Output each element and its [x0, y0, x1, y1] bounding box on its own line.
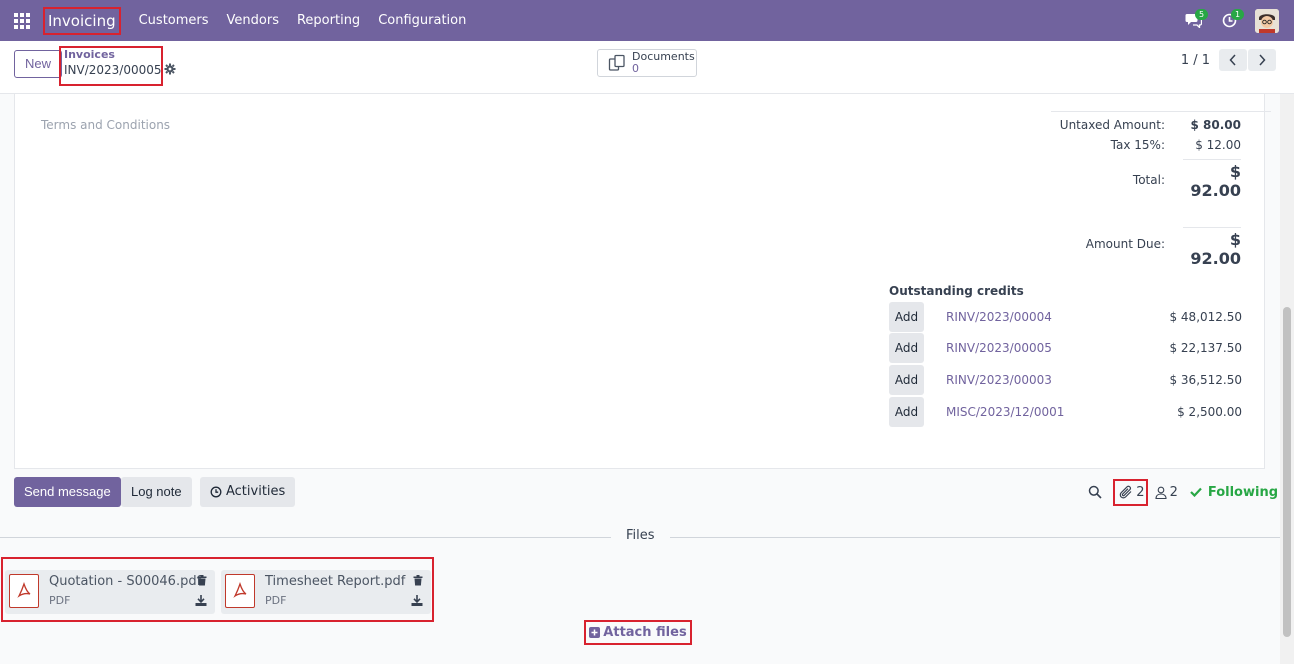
user-avatar[interactable]: [1255, 8, 1279, 33]
chevron-right-icon: [1259, 54, 1266, 66]
trash-icon[interactable]: [197, 575, 207, 586]
attachments-count: 2: [1136, 484, 1145, 500]
untaxed-value: $ 80.00: [1190, 118, 1241, 132]
add-credit-button[interactable]: Add: [889, 365, 924, 395]
total-label: Total:: [1132, 172, 1165, 187]
credit-row: Add RINV/2023/00004 $ 48,012.50: [889, 302, 1242, 332]
add-credit-button[interactable]: Add: [889, 302, 924, 332]
attachment-type: PDF: [265, 594, 287, 607]
credit-reference[interactable]: RINV/2023/00005: [946, 341, 1146, 355]
outstanding-credits-title: Outstanding credits: [889, 284, 1024, 298]
activities-button-chatter[interactable]: Activities: [200, 477, 296, 507]
page-scrollbar[interactable]: [1280, 94, 1294, 664]
pager: 1 / 1: [1181, 49, 1276, 71]
app-name[interactable]: Invoicing: [43, 6, 121, 35]
attachment-type: PDF: [49, 594, 71, 607]
attach-files-label: Attach files: [603, 625, 687, 640]
send-message-button[interactable]: Send message: [14, 477, 121, 507]
activities-label: Activities: [226, 484, 286, 499]
amount-due-label: Amount Due:: [1085, 236, 1165, 251]
control-panel: New Invoices INV/2023/00005 Documents 0 …: [0, 41, 1294, 94]
terms-and-conditions-field[interactable]: Terms and Conditions: [41, 118, 170, 132]
app-menu-icon[interactable]: [0, 0, 44, 41]
add-credit-button[interactable]: Add: [889, 397, 924, 427]
nav-configuration[interactable]: Configuration: [378, 13, 466, 28]
breadcrumb-invoices-link[interactable]: Invoices: [64, 49, 158, 61]
attachment-name: Quotation - S00046.pdf: [49, 574, 202, 589]
pdf-icon: [9, 574, 39, 608]
credit-amount: $ 48,012.50: [1169, 310, 1242, 324]
credit-amount: $ 2,500.00: [1177, 405, 1242, 419]
documents-count: 0: [632, 62, 639, 75]
nav-reporting[interactable]: Reporting: [297, 13, 360, 28]
attach-files-button[interactable]: Attach files: [584, 620, 692, 645]
attachment-card[interactable]: Timesheet Report.pdf PDF: [221, 570, 431, 614]
activities-badge: 1: [1231, 9, 1245, 20]
add-credit-button[interactable]: Add: [889, 333, 924, 363]
tax-label: Tax 15%:: [1110, 138, 1165, 152]
log-note-button[interactable]: Log note: [121, 477, 192, 507]
invoice-form-sheet: Terms and Conditions Untaxed Amount: $ 8…: [14, 94, 1271, 469]
chatter-topbar-right: 2 2 Following: [1080, 477, 1278, 507]
attachment-name: Timesheet Report.pdf: [265, 574, 406, 589]
breadcrumb: Invoices INV/2023/00005: [59, 46, 163, 86]
credit-row: Add MISC/2023/12/0001 $ 2,500.00: [889, 397, 1242, 427]
pager-value[interactable]: 1 / 1: [1181, 53, 1210, 68]
pager-previous-button[interactable]: [1219, 49, 1247, 71]
credit-amount: $ 36,512.50: [1169, 373, 1242, 387]
untaxed-row: Untaxed Amount: $ 80.00: [1033, 118, 1241, 132]
nav-customers[interactable]: Customers: [139, 13, 209, 28]
messages-badge: 5: [1195, 9, 1209, 20]
attachment-card[interactable]: Quotation - S00046.pdf PDF: [5, 570, 215, 614]
nav-vendors[interactable]: Vendors: [227, 13, 279, 28]
activities-button[interactable]: 1: [1211, 0, 1247, 41]
scrollbar-thumb[interactable]: [1283, 307, 1291, 637]
total-value: $ 92.00: [1183, 159, 1241, 200]
search-icon: [1089, 485, 1102, 499]
check-icon: [1190, 487, 1202, 497]
followers-button[interactable]: 2: [1155, 485, 1178, 500]
followers-count: 2: [1169, 484, 1178, 500]
documents-smart-button[interactable]: Documents 0: [597, 49, 697, 77]
credit-reference[interactable]: RINV/2023/00004: [946, 310, 1146, 324]
amount-due-value: $ 92.00: [1183, 227, 1241, 268]
credit-row: Add RINV/2023/00003 $ 36,512.50: [889, 365, 1242, 395]
files-title: Files: [611, 528, 670, 543]
new-button[interactable]: New: [14, 50, 63, 78]
credit-amount: $ 22,137.50: [1169, 341, 1242, 355]
record-name: INV/2023/00005: [64, 63, 162, 77]
attachments-button[interactable]: 2: [1113, 478, 1148, 506]
pager-next-button[interactable]: [1248, 49, 1276, 71]
documents-label: Documents: [632, 50, 695, 63]
pdf-icon: [225, 574, 255, 608]
clock-icon: [210, 486, 222, 498]
following-label: Following: [1207, 484, 1278, 500]
tax-row: Tax 15%: $ 12.00: [1033, 138, 1241, 152]
gear-icon[interactable]: [164, 63, 176, 75]
documents-icon: [608, 54, 625, 71]
paperclip-icon: [1120, 485, 1132, 499]
plus-square-icon: [589, 627, 601, 638]
messages-button[interactable]: 5: [1175, 0, 1211, 41]
trash-icon[interactable]: [413, 575, 423, 586]
untaxed-label: Untaxed Amount:: [1059, 118, 1165, 132]
attachment-list: Quotation - S00046.pdf PDF Timesheet Rep…: [1, 557, 434, 622]
credit-reference[interactable]: RINV/2023/00003: [946, 373, 1146, 387]
user-icon: [1155, 486, 1167, 499]
tax-value: $ 12.00: [1195, 138, 1241, 152]
total-row: Total: $ 92.00: [1033, 159, 1241, 200]
search-messages-button[interactable]: [1088, 485, 1102, 499]
download-icon[interactable]: [195, 595, 207, 606]
following-button[interactable]: Following: [1190, 485, 1278, 500]
credit-reference[interactable]: MISC/2023/12/0001: [946, 405, 1146, 419]
top-navbar: Invoicing Customers Vendors Reporting Co…: [0, 0, 1294, 41]
chevron-left-icon: [1229, 54, 1236, 66]
totals-divider: [1051, 111, 1271, 112]
credit-row: Add RINV/2023/00005 $ 22,137.50: [889, 333, 1242, 363]
amount-due-row: Amount Due: $ 92.00: [1033, 227, 1241, 268]
download-icon[interactable]: [411, 595, 423, 606]
